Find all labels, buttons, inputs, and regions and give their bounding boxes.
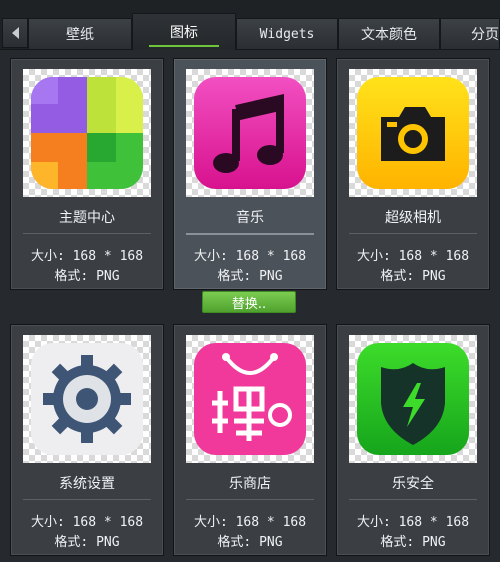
divider xyxy=(186,499,314,500)
settings-gear-icon xyxy=(31,343,143,455)
icon-size: 大小: 168 * 168 xyxy=(193,515,307,530)
icon-format: 格式: PNG xyxy=(380,535,446,550)
divider xyxy=(23,233,151,234)
tab-wallpaper[interactable]: 壁纸 xyxy=(28,18,132,49)
camera-icon xyxy=(357,77,469,189)
icon-name: 系统设置 xyxy=(59,476,115,492)
icon-card-music[interactable]: 音乐 大小: 168 * 168 格式: PNG xyxy=(173,58,327,290)
icon-format: 格式: PNG xyxy=(217,269,283,284)
icon-name: 音乐 xyxy=(236,210,264,226)
icon-format: 格式: PNG xyxy=(54,535,120,550)
tab-icons[interactable]: 图标 xyxy=(132,13,236,50)
music-icon xyxy=(194,77,306,189)
icon-size: 大小: 168 * 168 xyxy=(193,249,307,264)
tab-pages[interactable]: 分页 xyxy=(440,18,500,49)
icon-size: 大小: 168 * 168 xyxy=(30,249,144,264)
icon-card-le-store[interactable]: 乐商店 大小: 168 * 168 格式: PNG xyxy=(173,324,327,556)
icon-card-super-camera[interactable]: 超级相机 大小: 168 * 168 格式: PNG xyxy=(336,58,490,290)
icon-size: 大小: 168 * 168 xyxy=(356,515,470,530)
divider xyxy=(349,233,477,234)
tab-bar: 壁纸 图标 Widgets 文本颜色 分页 xyxy=(0,0,500,50)
divider xyxy=(23,499,151,500)
icon-name: 主题中心 xyxy=(59,210,115,226)
icon-thumbnail xyxy=(349,335,477,463)
icon-format: 格式: PNG xyxy=(217,535,283,550)
store-bag-icon xyxy=(194,343,306,455)
icon-thumbnail xyxy=(23,69,151,197)
icon-thumbnail xyxy=(186,335,314,463)
icon-thumbnail xyxy=(186,69,314,197)
divider xyxy=(349,499,477,500)
icon-card-theme-center[interactable]: 主题中心 大小: 168 * 168 格式: PNG xyxy=(10,58,164,290)
replace-button[interactable]: 替换.. xyxy=(202,291,296,313)
icon-thumbnail xyxy=(23,335,151,463)
tab-widgets[interactable]: Widgets xyxy=(236,18,338,49)
icon-card-le-security[interactable]: 乐安全 大小: 168 * 168 格式: PNG xyxy=(336,324,490,556)
icon-name: 乐商店 xyxy=(229,476,271,492)
divider xyxy=(186,233,314,235)
icon-name: 乐安全 xyxy=(392,476,434,492)
scroll-left-arrow-icon[interactable] xyxy=(2,18,28,48)
icon-format: 格式: PNG xyxy=(380,269,446,284)
theme-center-icon xyxy=(31,77,143,189)
icon-name: 超级相机 xyxy=(385,210,441,226)
icon-card-system-settings[interactable]: 系统设置 大小: 168 * 168 格式: PNG xyxy=(10,324,164,556)
icon-format: 格式: PNG xyxy=(54,269,120,284)
icon-thumbnail xyxy=(349,69,477,197)
security-shield-icon xyxy=(357,343,469,455)
icon-size: 大小: 168 * 168 xyxy=(30,515,144,530)
icon-size: 大小: 168 * 168 xyxy=(356,249,470,264)
tab-text-color[interactable]: 文本颜色 xyxy=(338,18,440,49)
